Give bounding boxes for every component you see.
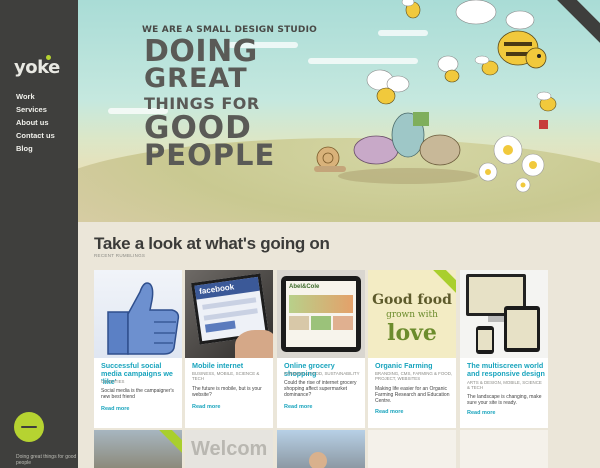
- grown-with-text: grown with: [386, 310, 438, 320]
- facebook-header: facebook: [194, 276, 260, 300]
- flower-icon: [478, 135, 545, 193]
- post-description: The future is mobile, but is your websit…: [192, 386, 262, 398]
- characters-icon: [338, 112, 478, 184]
- post-card-row2-1[interactable]: [94, 430, 182, 468]
- post-card-row2-5[interactable]: [460, 430, 548, 468]
- post-card-row2-4[interactable]: [368, 430, 456, 468]
- welcome-sign-text: Welcom: [191, 438, 268, 460]
- nav-item-contact-us[interactable]: Contact us: [16, 129, 55, 142]
- phone-device: [476, 326, 494, 354]
- tablet-device: [504, 306, 540, 352]
- yoke-circle-logo-icon[interactable]: [14, 412, 44, 442]
- nav-item-work[interactable]: Work: [16, 90, 55, 103]
- nav-item-blog[interactable]: Blog: [16, 142, 55, 155]
- read-more-link[interactable]: Read more: [467, 410, 495, 416]
- corner-ribbon-icon: [554, 0, 600, 46]
- logo[interactable]: yoke: [14, 57, 60, 78]
- hero-banner: WE ARE A SMALL DESIGN STUDIO DOING GREAT…: [78, 0, 600, 222]
- hero-illustration: [314, 0, 557, 193]
- read-more-link[interactable]: Read more: [375, 409, 403, 415]
- post-title[interactable]: The multiscreen world and responsive des…: [467, 362, 547, 378]
- post-card-mobile-internet[interactable]: facebook Mobile internet BUSINESS, MOBIL…: [185, 270, 273, 428]
- thumbs-up-image: [94, 270, 182, 358]
- post-category: ARTS & DESIGN, MOBILE, SCIENCE & TECH: [467, 380, 542, 391]
- tablet-screen: Abel&Cole: [286, 281, 356, 347]
- post-card-multiscreen[interactable]: The multiscreen world and responsive des…: [460, 270, 548, 428]
- post-card-row2-2[interactable]: Welcom: [185, 430, 273, 468]
- thumbs-up-icon: [107, 282, 180, 355]
- read-more-link[interactable]: Read more: [101, 406, 129, 412]
- post-description: Could the rise of internet grocery shopp…: [284, 380, 357, 398]
- corner-badge[interactable]: [554, 0, 600, 46]
- section-title: Take a look at what's going on: [94, 234, 330, 253]
- post-description: Making life easier for an Organic Farmin…: [375, 386, 450, 404]
- person-head: [309, 452, 327, 468]
- nav-item-services[interactable]: Services: [16, 103, 55, 116]
- snail-icon: [314, 146, 346, 172]
- phone-image: facebook: [185, 270, 273, 358]
- tablet-image: Abel&Cole: [277, 270, 365, 358]
- post-card-social-media[interactable]: Successful social media campaigns we 'li…: [94, 270, 182, 428]
- post-title[interactable]: Organic Farming: [375, 362, 455, 370]
- good-food-text: Good food: [372, 292, 452, 308]
- abel-cole-logo: Abel&Cole: [289, 284, 320, 290]
- post-category: BUSINESS, MOBILE, SCIENCE & TECH: [192, 371, 260, 382]
- post-card-organic-farming[interactable]: Good food grown with love Organic Farmin…: [368, 270, 456, 428]
- love-text: love: [387, 320, 437, 346]
- recent-posts-section: Take a look at what's going on RECENT RU…: [78, 222, 600, 468]
- logo-dot-icon: [46, 55, 51, 60]
- new-corner-ribbon-icon: [151, 430, 182, 462]
- read-more-link[interactable]: Read more: [284, 404, 312, 410]
- section-subtitle: RECENT RUMBLINGS: [94, 253, 146, 258]
- main-nav: Work Services About us Contact us Blog: [16, 90, 55, 155]
- post-card-online-grocery[interactable]: Abel&Cole Online grocery shopping FARMIN…: [277, 270, 365, 428]
- post-description: The landscape is changing, make sure you…: [467, 394, 542, 406]
- sidebar-tagline: Doing great things for good people: [16, 454, 77, 466]
- post-title[interactable]: Mobile internet: [192, 362, 272, 370]
- hand-shape: [235, 330, 273, 358]
- bee-icon: [455, 0, 547, 69]
- post-description: Social media is the campaigner's new bes…: [101, 388, 174, 400]
- post-category: FARMING & FOOD, SUSTAINABILITY: [284, 371, 360, 376]
- winged-character-icon: [366, 55, 460, 105]
- multiscreen-image: [460, 270, 548, 358]
- sidebar: yoke Work Services About us Contact us B…: [0, 0, 78, 468]
- read-more-link[interactable]: Read more: [192, 404, 220, 410]
- post-category: CHARITIES: [101, 379, 125, 384]
- post-category: BRANDING, CMS, FARMING & FOOD, PROJECT, …: [375, 371, 453, 382]
- nav-item-about-us[interactable]: About us: [16, 116, 55, 129]
- tablet-frame: Abel&Cole: [281, 276, 361, 352]
- good-food-image: Good food grown with love: [368, 270, 456, 358]
- post-card-row2-3[interactable]: [277, 430, 365, 468]
